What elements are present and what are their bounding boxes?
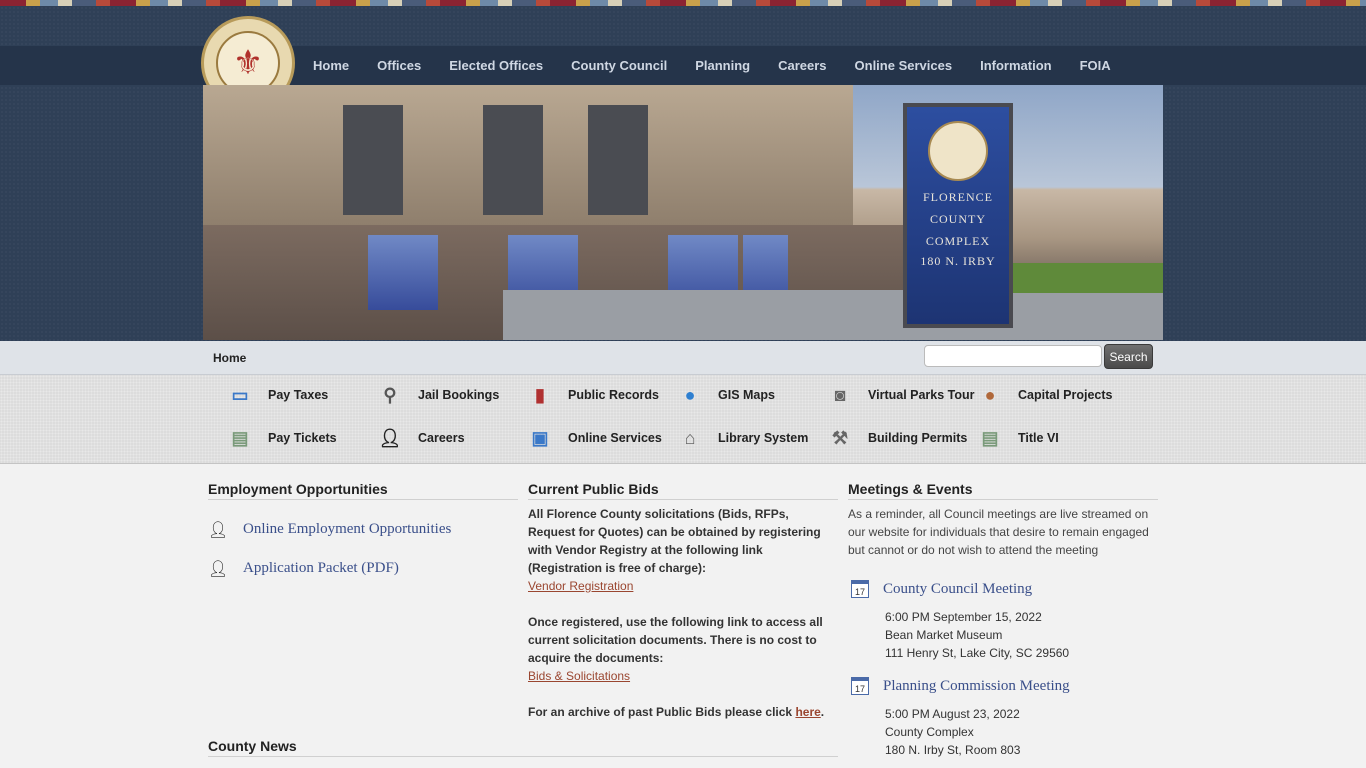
quicklink-label: Careers [418, 431, 465, 445]
employment-link-online[interactable]: 👤︎ Online Employment Opportunities [208, 520, 451, 540]
event-address: 111 Henry St, Lake City, SC 29560 [885, 646, 1070, 660]
nav-information[interactable]: Information [966, 58, 1066, 73]
bids-paragraph-1: All Florence County solicitations (Bids,… [528, 507, 821, 575]
sign-line: COMPLEX [925, 234, 991, 248]
event-title[interactable]: Planning Commission Meeting [883, 678, 1070, 695]
quicklink-title-vi[interactable]: ▤ Title VI [978, 427, 1059, 449]
employment-heading-wrap: Employment Opportunities [208, 481, 518, 500]
bids-paragraph-3: For an archive of past Public Bids pleas… [528, 703, 828, 721]
event-location: Bean Market Museum [885, 628, 1003, 642]
coin-icon: ● [984, 384, 996, 405]
nav-foia[interactable]: FOIA [1066, 58, 1125, 73]
application-packet-link[interactable]: Application Packet (PDF) [243, 560, 399, 577]
quicklink-label: Virtual Parks Tour [868, 388, 975, 402]
nav-planning[interactable]: Planning [681, 58, 764, 73]
breadcrumb[interactable]: Home [213, 351, 246, 365]
nav-elected-offices[interactable]: Elected Offices [435, 58, 557, 73]
document-icon: ▤ [231, 427, 249, 448]
hero-image: FLORENCE COUNTY COMPLEX 180 N. IRBY [203, 85, 1163, 340]
bids-archive-period: . [820, 705, 825, 719]
quicklink-virtual-parks-tour[interactable]: ◙ Virtual Parks Tour [828, 384, 975, 406]
bids-solicitations-link[interactable]: Bids & Solicitations [528, 669, 630, 683]
person-icon: 👤︎ [208, 522, 229, 539]
meetings-heading: Meetings & Events [848, 481, 973, 497]
quicklink-capital-projects[interactable]: ● Capital Projects [978, 384, 1113, 406]
waterfall [368, 235, 438, 310]
employment-heading: Employment Opportunities [208, 481, 388, 497]
quicklink-label: Public Records [568, 388, 659, 402]
document-icon: ▤ [981, 427, 999, 448]
event-time: 6:00 PM September 15, 2022 [885, 610, 1042, 624]
walkway [503, 290, 1163, 340]
bids-body: All Florence County solicitations (Bids,… [528, 505, 828, 721]
bids-archive-text: For an archive of past Public Bids pleas… [528, 705, 793, 719]
quicklink-label: GIS Maps [718, 388, 775, 402]
meetings-intro: As a reminder, all Council meetings are … [848, 507, 1149, 557]
camera-icon: ◙ [834, 384, 846, 405]
quicklink-label: Pay Taxes [268, 388, 329, 402]
nav-home[interactable]: Home [299, 58, 363, 73]
news-heading: County News [208, 738, 297, 754]
search-input[interactable] [924, 345, 1102, 367]
bids-paragraph-2: Once registered, use the following link … [528, 615, 823, 665]
magnifier-icon: ⚲ [383, 384, 397, 405]
quicklink-label: Title VI [1018, 431, 1059, 445]
quicklink-pay-tickets[interactable]: ▤ Pay Tickets [228, 427, 337, 449]
quicklink-careers[interactable]: 👤︎ Careers [378, 427, 465, 449]
event-time: 5:00 PM August 23, 2022 [885, 707, 1020, 721]
building-facade [203, 85, 853, 225]
quicklink-label: Online Services [568, 431, 662, 445]
nav-offices[interactable]: Offices [363, 58, 435, 73]
books-icon: ▮ [535, 384, 545, 405]
quicklink-library-system[interactable]: ⌂ Library System [678, 427, 809, 449]
bids-archive-link[interactable]: here [795, 705, 820, 719]
quicklink-pay-taxes[interactable]: ▭ Pay Taxes [228, 384, 328, 406]
sign-seal [928, 121, 988, 181]
sign-line: 180 N. IRBY [920, 254, 996, 268]
hammer-icon: ⚒ [831, 427, 849, 448]
person-icon: 👤︎ [378, 427, 402, 448]
event-details: 6:00 PM September 15, 2022 Bean Market M… [885, 608, 1069, 662]
nav-online-services[interactable]: Online Services [841, 58, 967, 73]
online-employment-link[interactable]: Online Employment Opportunities [243, 521, 451, 538]
calendar-icon: 17 [851, 580, 869, 598]
quicklink-label: Capital Projects [1018, 388, 1113, 402]
vendor-registration-link[interactable]: Vendor Registration [528, 579, 633, 593]
event-details: 5:00 PM August 23, 2022 County Complex 1… [885, 705, 1020, 759]
quicklink-building-permits[interactable]: ⚒ Building Permits [828, 427, 967, 449]
meetings-heading-wrap: Meetings & Events [848, 481, 1158, 500]
quicklink-jail-bookings[interactable]: ⚲ Jail Bookings [378, 384, 499, 406]
nav-county-council[interactable]: County Council [557, 58, 681, 73]
breadcrumb-bar [0, 341, 1366, 375]
computer-icon: ▣ [531, 427, 549, 448]
lawn [1013, 263, 1163, 293]
complex-sign: FLORENCE COUNTY COMPLEX 180 N. IRBY [903, 103, 1013, 328]
main-nav: Home Offices Elected Offices County Coun… [299, 46, 1125, 85]
quicklink-label: Pay Tickets [268, 431, 337, 445]
globe-icon: ● [684, 384, 696, 405]
sign-line: FLORENCE [922, 190, 993, 204]
news-heading-wrap: County News [208, 738, 838, 757]
credit-card-icon: ▭ [231, 384, 249, 405]
quicklink-gis-maps[interactable]: ● GIS Maps [678, 384, 775, 406]
quicklink-online-services[interactable]: ▣ Online Services [528, 427, 662, 449]
building-icon: ⌂ [684, 427, 696, 448]
sign-line: COUNTY [930, 212, 986, 226]
quicklink-label: Jail Bookings [418, 388, 500, 402]
event-item[interactable]: 17 Planning Commission Meeting [851, 677, 1070, 695]
quicklink-public-records[interactable]: ▮ Public Records [528, 384, 659, 406]
search-button[interactable]: Search [1104, 344, 1153, 369]
nav-careers[interactable]: Careers [764, 58, 840, 73]
bids-heading: Current Public Bids [528, 481, 659, 497]
quicklink-label: Building Permits [868, 431, 968, 445]
calendar-icon: 17 [851, 677, 869, 695]
employment-link-packet[interactable]: 👤︎ Application Packet (PDF) [208, 559, 399, 579]
event-address: 180 N. Irby St, Room 803 [885, 743, 1021, 757]
person-icon: 👤︎ [208, 561, 229, 578]
event-title[interactable]: County Council Meeting [883, 581, 1032, 598]
quicklink-label: Library System [718, 431, 809, 445]
event-location: County Complex [885, 725, 974, 739]
event-item[interactable]: 17 County Council Meeting [851, 580, 1032, 598]
bids-heading-wrap: Current Public Bids [528, 481, 838, 500]
